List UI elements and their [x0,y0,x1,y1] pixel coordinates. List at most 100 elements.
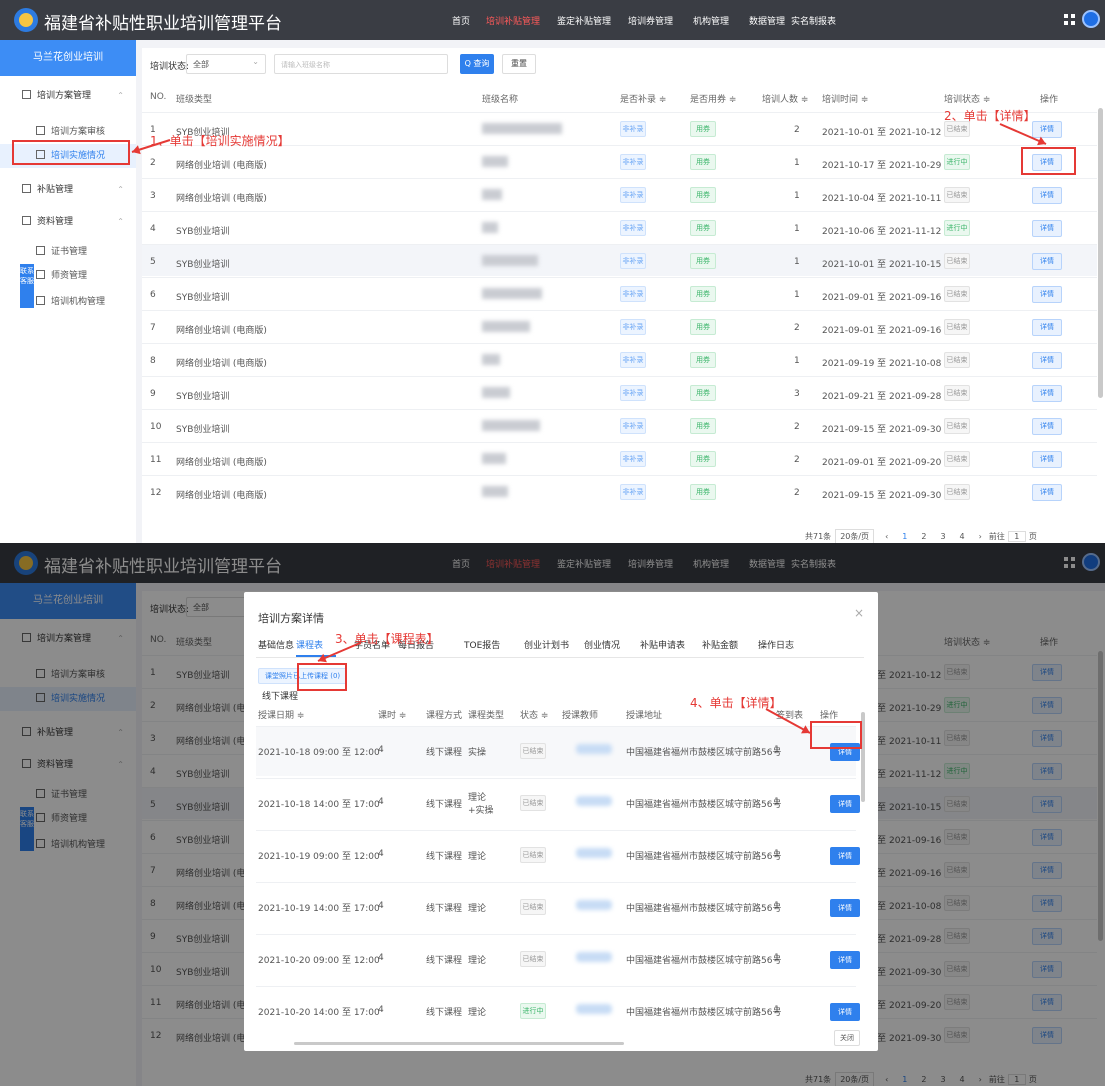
lesson-type: 理论 [468,852,487,862]
nav-item-4[interactable]: 机构管理 [693,14,729,27]
page-suffix: 页 [1028,532,1037,541]
nav-item-3[interactable]: 培训券管理 [628,14,673,27]
nav-item-1[interactable]: 培训补贴管理 [486,14,540,27]
training-time: 2021-10-06 至 2021-11-12 [822,227,942,237]
lesson-type: 理论+实操 [468,793,494,816]
supp-tag: 非补录 [620,484,646,500]
column-header-3[interactable]: 是否补录 ≑ [620,92,666,105]
status-filter-select[interactable]: 全部 [186,54,266,74]
page-2[interactable]: 2 [921,532,926,541]
lesson-detail-button[interactable]: 详情 [830,1003,860,1021]
schedule-row[interactable]: 2021-10-19 14:00 至 17:00 4 线下课程 理论 已结束 中国福建省福… [256,882,860,932]
close-icon[interactable]: × [854,606,864,620]
detail-button[interactable]: 详情 [1032,484,1062,501]
reset-button[interactable]: 重置 [502,54,536,74]
column-header-7[interactable]: 培训状态 ≑ [944,92,990,105]
highlight-box-sidebar [12,140,130,165]
detail-button[interactable]: 详情 [1032,187,1062,204]
lesson-date: 2021-10-18 09:00 至 12:00 [258,748,380,758]
schedule-row[interactable]: 2021-10-18 09:00 至 12:00 4 线下课程 实操 已结束 中国福建省福… [256,726,860,776]
lesson-status: 已结束 [520,847,546,863]
nav-item-6[interactable]: 实名制报表 [791,14,836,27]
nav-item-5[interactable]: 数据管理 [749,14,785,27]
training-time: 2021-10-17 至 2021-10-29 [822,161,942,171]
page-4[interactable]: 4 [960,532,965,541]
detail-button[interactable]: 详情 [1032,220,1062,237]
page-input[interactable]: 1 [1007,531,1026,542]
sidebar-item-6[interactable]: 师资管理 [0,264,136,288]
status-tag: 已结束 [944,418,970,434]
tab-1[interactable]: 课程表 [296,638,323,651]
teacher-blurred [576,744,612,754]
detail-button[interactable]: 详情 [1032,352,1062,369]
table-row[interactable]: 10 SYB创业培训 非补录 用券 2 2021-09-15 至 2021-09-30已结… [142,409,1097,441]
tab-0[interactable]: 基础信息 [258,638,294,651]
table-row[interactable]: 2 网络创业培训 (电商版) 非补录 用券 1 2021-10-17 至 2021-10-… [142,145,1097,177]
table-row[interactable]: 7 网络创业培训 (电商版) 非补录 用券 2 2021-09-01 至 2021-09-… [142,310,1097,342]
page-3[interactable]: 3 [940,532,945,541]
table-row[interactable]: 8 网络创业培训 (电商版) 非补录 用券 1 2021-09-19 至 2021-10-… [142,343,1097,375]
page-1[interactable]: 1 [902,532,907,541]
detail-button[interactable]: 详情 [1032,286,1062,303]
lesson-mode: 线下课程 [426,904,463,914]
schedule-row[interactable]: 2021-10-18 14:00 至 17:00 4 线下课程 理论+实操 已结束 中国福… [256,778,860,828]
modal-title: 培训方案详情 [258,612,324,625]
doc-icon [36,126,45,135]
column-header-4[interactable]: 是否用券 ≑ [690,92,736,105]
platform-logo-icon [14,8,38,32]
sidebar-item-0[interactable]: 培训方案管理 ⌃ [0,84,136,108]
lesson-detail-button[interactable]: 详情 [830,951,860,969]
schedule-header-8: 操作 [820,711,839,721]
column-header-8: 操作 [1040,95,1059,105]
lesson-detail-button[interactable]: 详情 [830,795,860,813]
class-name-blurred [482,453,506,464]
detail-button[interactable]: 详情 [1032,451,1062,468]
next-page-icon[interactable]: › [979,532,982,541]
tab-7[interactable]: 补贴申请表 [640,638,685,651]
schedule-row[interactable]: 2021-10-20 09:00 至 12:00 4 线下课程 理论 已结束 中国福建省福… [256,934,860,984]
sign-sheet: 1 [774,1005,780,1015]
sidebar-item-label: 培训方案审核 [51,127,106,137]
tab-4[interactable]: TOE报告 [464,638,500,651]
schedule-row[interactable]: 2021-10-20 14:00 至 17:00 4 线下课程 理论 进行中 中国福建省福… [256,986,860,1036]
sidebar-item-3[interactable]: 补贴管理 ⌃ [0,178,136,202]
sidebar-item-5[interactable]: 证书管理 [0,240,136,264]
table-row[interactable]: 4 SYB创业培训 非补录 用券 1 2021-10-06 至 2021-11-12进行中… [142,211,1097,243]
column-header-5[interactable]: 培训人数 ≑ [762,92,808,105]
class-name-input[interactable]: 请输入班级名称 [274,54,448,74]
detail-button[interactable]: 详情 [1032,385,1062,402]
nav-item-0[interactable]: 首页 [452,14,470,27]
table-row[interactable]: 11 网络创业培训 (电商版) 非补录 用券 2 2021-09-01 至 2021-09… [142,442,1097,474]
table-row[interactable]: 5 SYB创业培训 非补录 用券 1 2021-10-01 至 2021-10-15已结束… [142,244,1097,276]
table-scrollbar[interactable] [1098,108,1103,398]
coupon-tag: 用券 [690,154,716,170]
detail-button[interactable]: 详情 [1032,121,1062,138]
column-header-0: NO. [150,92,167,102]
page-size-select[interactable]: 20条/页 [835,529,875,543]
tab-5[interactable]: 创业计划书 [524,638,569,651]
grid-menu-icon[interactable] [1064,14,1075,25]
prev-page-icon[interactable]: ‹ [885,532,888,541]
tab-8[interactable]: 补贴金额 [702,638,738,651]
table-row[interactable]: 12 网络创业培训 (电商版) 非补录 用券 2 2021-09-15 至 2021-09… [142,475,1097,507]
detail-button[interactable]: 详情 [1032,418,1062,435]
lesson-detail-button[interactable]: 详情 [830,899,860,917]
detail-button[interactable]: 详情 [1032,253,1062,270]
table-row[interactable]: 6 SYB创业培训 非补录 用券 1 2021-09-01 至 2021-09-16已结束… [142,277,1097,309]
detail-button[interactable]: 详情 [1032,319,1062,336]
tab-9[interactable]: 操作日志 [758,638,794,651]
sidebar-item-4[interactable]: 资料管理 ⌃ [0,210,136,234]
query-button[interactable]: Q 查询 [460,54,494,74]
column-header-6[interactable]: 培训时间 ≑ [822,92,868,105]
schedule-row[interactable]: 2021-10-19 09:00 至 12:00 4 线下课程 理论 已结束 中国福建省福… [256,830,860,880]
training-time: 2021-10-01 至 2021-10-15 [822,260,942,270]
table-row[interactable]: 3 网络创业培训 (电商版) 非补录 用券 1 2021-10-04 至 2021-10-… [142,178,1097,210]
user-avatar[interactable] [1082,10,1100,28]
lesson-status: 已结束 [520,951,546,967]
sidebar-item-7[interactable]: 培训机构管理 [0,290,136,314]
schedule-hscrollbar[interactable] [294,1042,624,1045]
nav-item-2[interactable]: 鉴定补贴管理 [557,14,611,27]
tab-6[interactable]: 创业情况 [584,638,620,651]
table-row[interactable]: 9 SYB创业培训 非补录 用券 3 2021-09-21 至 2021-09-28已结束… [142,376,1097,408]
lesson-detail-button[interactable]: 详情 [830,847,860,865]
